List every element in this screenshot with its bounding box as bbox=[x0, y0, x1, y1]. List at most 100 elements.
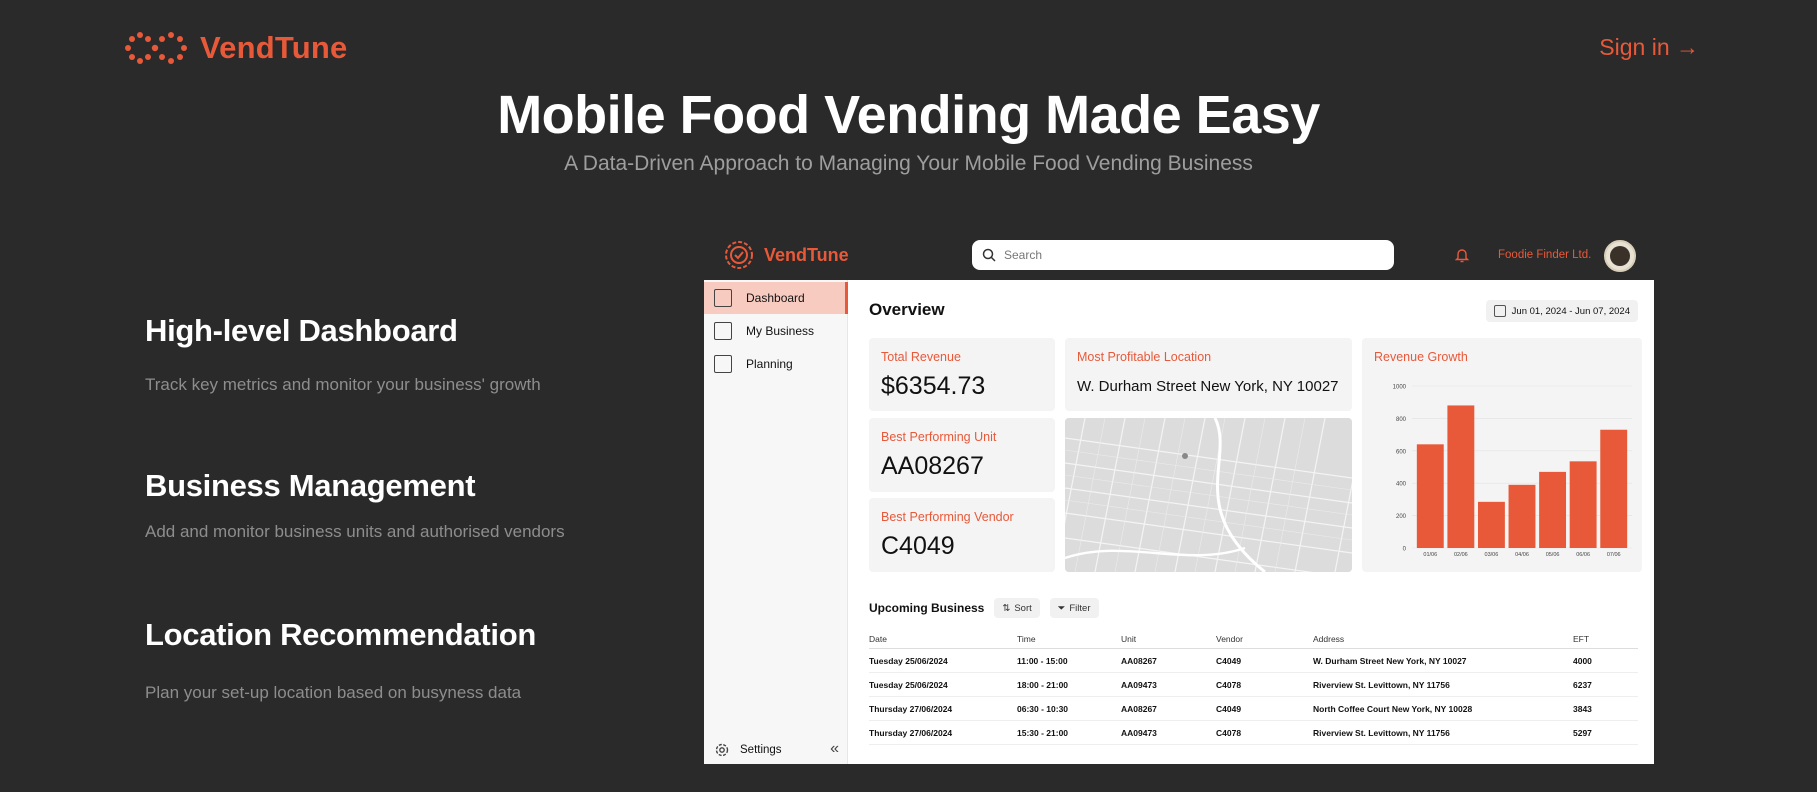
feature-title: High-level Dashboard bbox=[145, 313, 458, 348]
dashboard-main: Overview Jun 01, 2024 - Jun 07, 2024 Tot… bbox=[848, 280, 1654, 764]
upcoming-business-header: Upcoming Business ⇅ Sort ⏷ Filter bbox=[869, 598, 1099, 618]
cell-address: W. Durham Street New York, NY 10027 bbox=[1313, 648, 1573, 673]
bell-icon[interactable] bbox=[1455, 247, 1469, 263]
vendtune-logo[interactable]: VendTune bbox=[122, 28, 347, 68]
sidebar-item-label: Planning bbox=[746, 357, 793, 371]
sign-in-link[interactable]: Sign in → bbox=[1599, 34, 1699, 61]
calendar-icon bbox=[1493, 305, 1506, 317]
cell-vendor: C4078 bbox=[1216, 720, 1313, 745]
app-body: Dashboard My Business Planning Settings … bbox=[704, 280, 1654, 764]
card-label: Best Performing Unit bbox=[881, 430, 997, 444]
cell-time: 18:00 - 21:00 bbox=[1017, 672, 1121, 697]
cell-date: Tuesday 25/06/2024 bbox=[869, 648, 1017, 673]
card-label: Best Performing Vendor bbox=[881, 510, 1014, 524]
sort-button[interactable]: ⇅ Sort bbox=[994, 598, 1040, 618]
y-tick-label: 800 bbox=[1396, 417, 1407, 423]
table-row[interactable]: Thursday 27/06/2024 06:30 - 10:30 AA0826… bbox=[869, 696, 1638, 721]
avatar[interactable] bbox=[1604, 240, 1636, 272]
column-header[interactable]: Unit bbox=[1121, 630, 1216, 649]
bar[interactable] bbox=[1447, 405, 1475, 548]
table-row[interactable]: Tuesday 25/06/2024 18:00 - 21:00 AA09473… bbox=[869, 672, 1638, 697]
feature-title: Business Management bbox=[145, 468, 476, 503]
table-row[interactable]: Tuesday 25/06/2024 11:00 - 15:00 AA08267… bbox=[869, 648, 1638, 673]
settings-label: Settings bbox=[740, 744, 782, 756]
card-value: C4049 bbox=[881, 532, 955, 560]
cell-address: Riverview St. Levittown, NY 11756 bbox=[1313, 720, 1573, 745]
x-tick-label: 06/06 bbox=[1576, 552, 1590, 558]
filter-button[interactable]: ⏷ Filter bbox=[1049, 598, 1099, 618]
organization-name[interactable]: Foodie Finder Ltd. bbox=[1498, 249, 1591, 261]
card-label: Most Profitable Location bbox=[1077, 350, 1212, 364]
bar[interactable] bbox=[1416, 444, 1444, 548]
bar[interactable] bbox=[1539, 471, 1567, 548]
sidebar-item-planning[interactable]: Planning bbox=[704, 348, 848, 380]
brand-name: VendTune bbox=[200, 30, 348, 65]
date-range-picker[interactable]: Jun 01, 2024 - Jun 07, 2024 bbox=[1485, 300, 1638, 322]
search-placeholder: Search bbox=[1004, 248, 1043, 262]
cell-vendor: C4049 bbox=[1216, 648, 1313, 673]
map-graphic bbox=[1065, 418, 1352, 572]
app-logo[interactable]: VendTune bbox=[722, 238, 849, 272]
cell-vendor: C4049 bbox=[1216, 696, 1313, 721]
column-header[interactable]: Time bbox=[1017, 630, 1121, 649]
revenue-growth-chart: 0 200 400 600 800 1000 01/06 02/06 03/06 04/06 05/… bbox=[1393, 385, 1632, 558]
cell-eft: 4000 bbox=[1573, 648, 1638, 673]
settings-button[interactable]: Settings bbox=[714, 742, 782, 758]
gear-icon bbox=[715, 743, 729, 757]
y-tick-label: 0 bbox=[1403, 547, 1407, 553]
cell-vendor: C4078 bbox=[1216, 672, 1313, 697]
card-value: $6354.73 bbox=[881, 372, 986, 400]
best-unit-card: Best Performing Unit AA08267 bbox=[869, 418, 1055, 492]
cell-unit: AA09473 bbox=[1121, 672, 1216, 697]
column-header[interactable]: EFT bbox=[1573, 630, 1638, 649]
app-header: VendTune Search Foodie Finder Ltd. bbox=[704, 232, 1654, 280]
bar[interactable] bbox=[1508, 484, 1536, 548]
feature-desc: Track key metrics and monitor your busin… bbox=[145, 375, 541, 394]
card-label: Total Revenue bbox=[881, 350, 961, 364]
infinity-dots-icon bbox=[125, 32, 187, 64]
cell-address: North Coffee Court New York, NY 10028 bbox=[1313, 696, 1573, 721]
column-header[interactable]: Address bbox=[1313, 630, 1573, 649]
sidebar: Dashboard My Business Planning Settings … bbox=[704, 280, 848, 764]
x-tick-label: 01/06 bbox=[1423, 552, 1437, 558]
search-icon bbox=[982, 248, 996, 262]
dashboard-icon bbox=[714, 289, 732, 307]
bar[interactable] bbox=[1477, 501, 1505, 548]
feature-desc: Add and monitor business units and autho… bbox=[145, 522, 565, 541]
location-map[interactable] bbox=[1065, 418, 1352, 572]
cell-eft: 5297 bbox=[1573, 720, 1638, 745]
cell-time: 11:00 - 15:00 bbox=[1017, 648, 1121, 673]
section-title: Upcoming Business bbox=[869, 601, 985, 615]
cell-eft: 3843 bbox=[1573, 696, 1638, 721]
cell-time: 06:30 - 10:30 bbox=[1017, 696, 1121, 721]
y-tick-label: 600 bbox=[1396, 449, 1407, 455]
x-tick-label: 07/06 bbox=[1607, 552, 1621, 558]
x-tick-label: 02/06 bbox=[1454, 552, 1468, 558]
column-header[interactable]: Vendor bbox=[1216, 630, 1313, 649]
page-title: Overview bbox=[869, 300, 945, 319]
feature-desc: Plan your set-up location based on busyn… bbox=[145, 683, 522, 702]
sidebar-item-label: Dashboard bbox=[746, 291, 805, 305]
card-value: AA08267 bbox=[881, 452, 984, 480]
upcoming-business-table: Date Time Unit Vendor Address EFT Tuesda… bbox=[869, 630, 1638, 745]
filter-label: Filter bbox=[1069, 602, 1091, 614]
bar[interactable] bbox=[1600, 429, 1628, 548]
y-tick-label: 1000 bbox=[1393, 385, 1407, 391]
sidebar-item-my-business[interactable]: My Business bbox=[704, 315, 848, 347]
x-tick-label: 04/06 bbox=[1515, 552, 1529, 558]
x-tick-label: 03/06 bbox=[1485, 552, 1499, 558]
feature-dashboard: High-level Dashboard Track key metrics a… bbox=[145, 313, 541, 395]
sidebar-item-dashboard[interactable]: Dashboard bbox=[704, 282, 848, 314]
feature-title: Location Recommendation bbox=[145, 617, 536, 652]
feature-business: Business Management Add and monitor busi… bbox=[145, 468, 565, 542]
cell-date: Thursday 27/06/2024 bbox=[869, 696, 1017, 721]
search-input[interactable]: Search bbox=[972, 240, 1394, 270]
profitable-location-card: Most Profitable Location W. Durham Stree… bbox=[1065, 338, 1352, 411]
column-header[interactable]: Date bbox=[869, 630, 1017, 649]
gear-logo-icon bbox=[725, 241, 753, 269]
y-tick-label: 400 bbox=[1396, 482, 1407, 488]
table-row[interactable]: Thursday 27/06/2024 15:30 - 21:00 AA0947… bbox=[869, 720, 1638, 745]
collapse-sidebar-icon[interactable]: « bbox=[830, 740, 839, 758]
cell-unit: AA08267 bbox=[1121, 696, 1216, 721]
bar[interactable] bbox=[1569, 461, 1597, 548]
